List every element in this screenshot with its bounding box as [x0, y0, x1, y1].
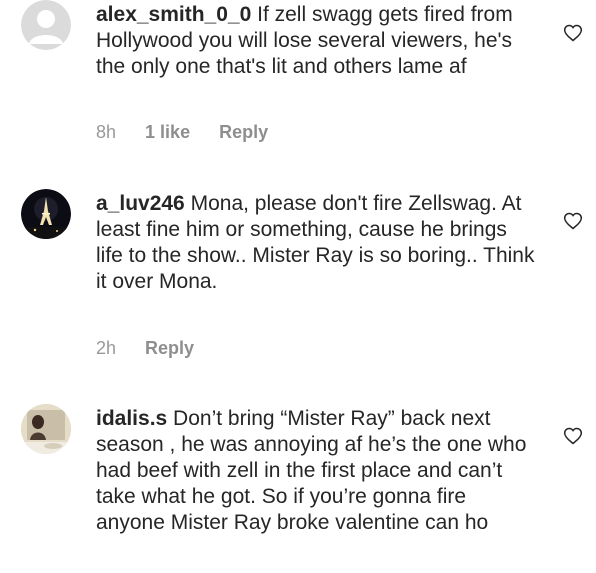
- avatar[interactable]: [21, 404, 71, 454]
- comment-likes[interactable]: 1 like: [145, 122, 190, 142]
- avatar[interactable]: [21, 0, 71, 50]
- comment-time: 2h: [96, 338, 117, 358]
- comment-time: 8h: [96, 122, 117, 142]
- heart-outline-icon[interactable]: [563, 23, 583, 43]
- comment-body: idalis.s Don’t bring “Mister Ray” back n…: [96, 406, 536, 536]
- comment-username[interactable]: alex_smith_0_0: [96, 3, 251, 26]
- mirror-selfie-icon: [21, 404, 71, 454]
- comment-meta: 8h 1 like Reply: [96, 122, 292, 143]
- reply-button[interactable]: Reply: [145, 338, 194, 358]
- comment-body: alex_smith_0_0 If zell swagg gets fired …: [96, 2, 536, 80]
- default-avatar-icon: [21, 0, 71, 50]
- comment-meta: 2h Reply: [96, 338, 218, 359]
- reply-button[interactable]: Reply: [219, 122, 268, 142]
- heart-outline-icon[interactable]: [563, 426, 583, 446]
- avatar[interactable]: [21, 189, 71, 239]
- eiffel-tower-night-icon: [21, 189, 71, 239]
- comment-username[interactable]: a_luv246: [96, 192, 185, 215]
- comment-username[interactable]: idalis.s: [96, 407, 167, 430]
- comment-body: a_luv246 Mona, please don't fire Zellswa…: [96, 191, 536, 295]
- heart-outline-icon[interactable]: [563, 211, 583, 231]
